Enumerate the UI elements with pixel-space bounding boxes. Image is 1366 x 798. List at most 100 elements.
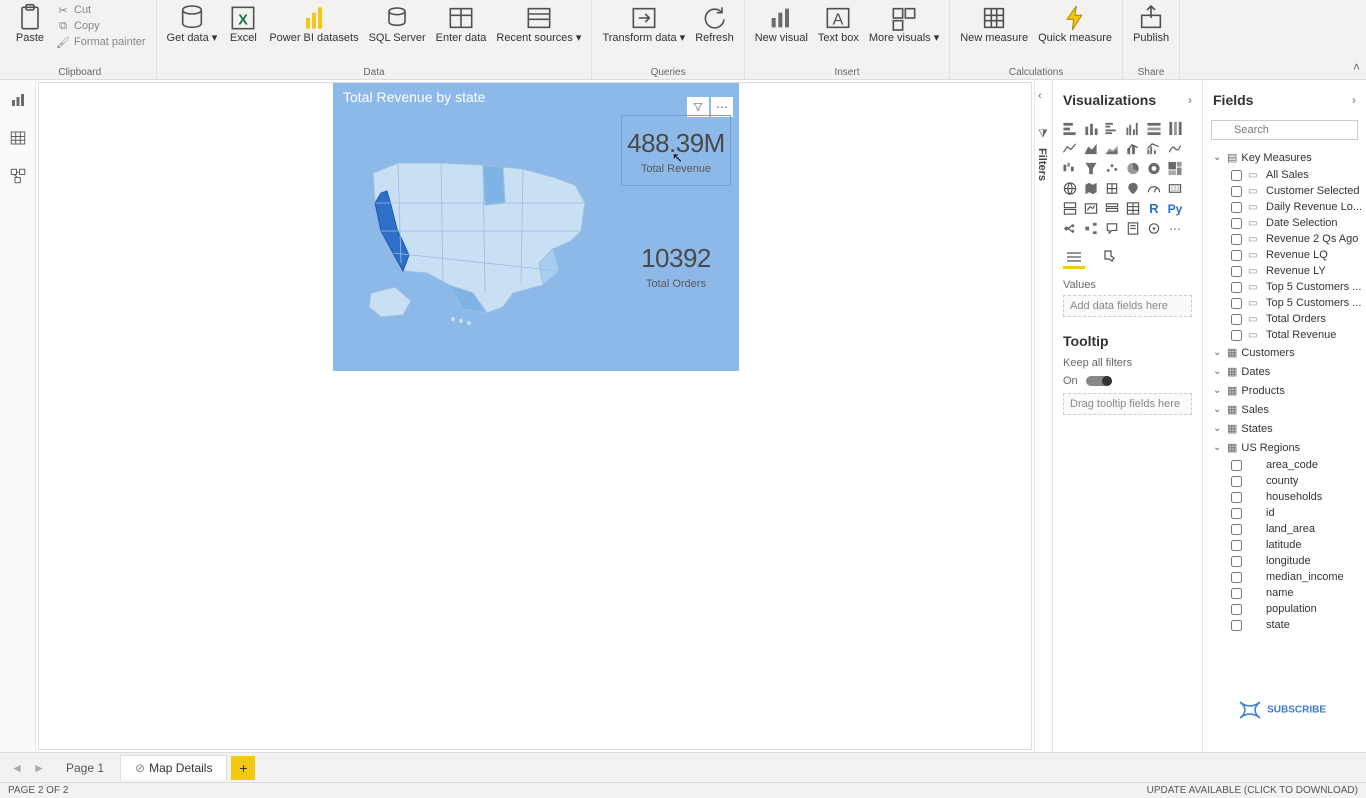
report-canvas[interactable]: Total Revenue by state ⋯ bbox=[38, 82, 1032, 750]
stacked-bar-icon[interactable] bbox=[1061, 120, 1079, 137]
slicer-icon[interactable] bbox=[1103, 200, 1121, 217]
pbi-datasets-button[interactable]: Power BI datasets bbox=[265, 2, 362, 46]
field-item[interactable]: ▭Date Selection bbox=[1229, 215, 1366, 231]
table-dates[interactable]: ⌄▦Dates bbox=[1209, 362, 1366, 381]
enter-data-button[interactable]: Enter data bbox=[432, 2, 491, 46]
hundred-bar-icon[interactable] bbox=[1145, 120, 1163, 137]
field-item[interactable]: land_area bbox=[1229, 521, 1366, 537]
field-item[interactable]: id bbox=[1229, 505, 1366, 521]
field-checkbox[interactable] bbox=[1231, 170, 1242, 181]
field-checkbox[interactable] bbox=[1231, 476, 1242, 487]
line-clustered-icon[interactable] bbox=[1145, 140, 1163, 157]
field-checkbox[interactable] bbox=[1231, 218, 1242, 229]
model-view-button[interactable] bbox=[6, 164, 30, 188]
field-item[interactable]: ▭Revenue 2 Qs Ago bbox=[1229, 231, 1366, 247]
python-visual-icon[interactable]: Py bbox=[1166, 200, 1184, 217]
recent-sources-button[interactable]: Recent sources ▾ bbox=[492, 2, 585, 46]
field-checkbox[interactable] bbox=[1231, 524, 1242, 535]
field-item[interactable]: county bbox=[1229, 473, 1366, 489]
collapse-fields-button[interactable]: › bbox=[1352, 93, 1356, 107]
field-checkbox[interactable] bbox=[1231, 620, 1242, 631]
paste-button[interactable]: Paste bbox=[10, 2, 50, 46]
stacked-area-icon[interactable] bbox=[1103, 140, 1121, 157]
field-checkbox[interactable] bbox=[1231, 202, 1242, 213]
refresh-button[interactable]: Refresh bbox=[691, 2, 738, 46]
line-chart-icon[interactable] bbox=[1061, 140, 1079, 157]
field-item[interactable]: population bbox=[1229, 601, 1366, 617]
stacked-column-icon[interactable] bbox=[1082, 120, 1100, 137]
table-customers[interactable]: ⌄▦Customers bbox=[1209, 343, 1366, 362]
excel-button[interactable]: XExcel bbox=[223, 2, 263, 46]
table-viz-icon[interactable] bbox=[1124, 200, 1142, 217]
line-column-icon[interactable] bbox=[1124, 140, 1142, 157]
field-item[interactable]: median_income bbox=[1229, 569, 1366, 585]
text-box-button[interactable]: AText box bbox=[814, 2, 863, 46]
fields-search-input[interactable] bbox=[1211, 120, 1358, 140]
waterfall-icon[interactable] bbox=[1061, 160, 1079, 177]
sql-server-button[interactable]: SQL Server bbox=[365, 2, 430, 46]
multi-card-icon[interactable] bbox=[1061, 200, 1079, 217]
field-item[interactable]: ▭All Sales bbox=[1229, 167, 1366, 183]
field-checkbox[interactable] bbox=[1231, 556, 1242, 567]
field-checkbox[interactable] bbox=[1231, 508, 1242, 519]
field-checkbox[interactable] bbox=[1231, 604, 1242, 615]
table-key-measures[interactable]: ⌄▤Key Measures bbox=[1209, 148, 1366, 167]
collapse-panel-button[interactable]: › bbox=[1188, 93, 1192, 107]
field-item[interactable]: ▭Daily Revenue Lo... bbox=[1229, 199, 1366, 215]
hundred-column-icon[interactable] bbox=[1166, 120, 1184, 137]
field-checkbox[interactable] bbox=[1231, 492, 1242, 503]
field-item[interactable]: area_code bbox=[1229, 457, 1366, 473]
map-visual[interactable]: Total Revenue by state ⋯ bbox=[333, 83, 739, 371]
transform-data-button[interactable]: Transform data ▾ bbox=[598, 2, 689, 46]
tooltip-drop-well[interactable]: Drag tooltip fields here bbox=[1063, 393, 1192, 415]
field-item[interactable]: ▭Top 5 Customers ... bbox=[1229, 279, 1366, 295]
more-visuals-button[interactable]: More visuals ▾ bbox=[865, 2, 943, 46]
field-item[interactable]: ▭Customer Selected bbox=[1229, 183, 1366, 199]
more-viz-icon[interactable]: ⋯ bbox=[1166, 220, 1184, 237]
field-item[interactable]: ▭Top 5 Customers ... bbox=[1229, 295, 1366, 311]
field-checkbox[interactable] bbox=[1231, 186, 1242, 197]
donut-icon[interactable] bbox=[1145, 160, 1163, 177]
report-view-button[interactable] bbox=[6, 88, 30, 112]
paginated-icon[interactable] bbox=[1124, 220, 1142, 237]
field-checkbox[interactable] bbox=[1231, 266, 1242, 277]
kpi-icon[interactable] bbox=[1082, 200, 1100, 217]
field-checkbox[interactable] bbox=[1231, 234, 1242, 245]
gauge-icon[interactable] bbox=[1145, 180, 1163, 197]
field-checkbox[interactable] bbox=[1231, 314, 1242, 325]
field-item[interactable]: ▭Total Orders bbox=[1229, 311, 1366, 327]
field-checkbox[interactable] bbox=[1231, 540, 1242, 551]
decomposition-icon[interactable] bbox=[1082, 220, 1100, 237]
ribbon-chart-icon[interactable] bbox=[1166, 140, 1184, 157]
map-icon[interactable] bbox=[1061, 180, 1079, 197]
card-icon[interactable]: 123 bbox=[1166, 180, 1184, 197]
area-chart-icon[interactable] bbox=[1082, 140, 1100, 157]
table-sales[interactable]: ⌄▦Sales bbox=[1209, 400, 1366, 419]
field-item[interactable]: state bbox=[1229, 617, 1366, 633]
new-visual-button[interactable]: New visual bbox=[751, 2, 812, 46]
visual-filter-button[interactable] bbox=[687, 97, 709, 117]
keep-filters-toggle[interactable] bbox=[1086, 376, 1112, 386]
clustered-bar-icon[interactable] bbox=[1103, 120, 1121, 137]
quick-measure-button[interactable]: Quick measure bbox=[1034, 2, 1116, 46]
azure-map-icon[interactable] bbox=[1124, 180, 1142, 197]
shape-map-icon[interactable] bbox=[1103, 180, 1121, 197]
table-products[interactable]: ⌄▦Products bbox=[1209, 381, 1366, 400]
clustered-column-icon[interactable] bbox=[1124, 120, 1142, 137]
field-checkbox[interactable] bbox=[1231, 572, 1242, 583]
field-checkbox[interactable] bbox=[1231, 330, 1242, 341]
publish-button[interactable]: Publish bbox=[1129, 2, 1173, 46]
funnel-icon[interactable] bbox=[1082, 160, 1100, 177]
table-us-regions[interactable]: ⌄▦US Regions bbox=[1209, 438, 1366, 457]
qa-icon[interactable] bbox=[1103, 220, 1121, 237]
field-checkbox[interactable] bbox=[1231, 298, 1242, 309]
key-influencers-icon[interactable] bbox=[1061, 220, 1079, 237]
collapse-ribbon-button[interactable]: ˄ bbox=[1353, 60, 1360, 74]
treemap-icon[interactable] bbox=[1166, 160, 1184, 177]
table-states[interactable]: ⌄▦States bbox=[1209, 419, 1366, 438]
values-drop-well[interactable]: Add data fields here bbox=[1063, 295, 1192, 317]
update-available-link[interactable]: UPDATE AVAILABLE (CLICK TO DOWNLOAD) bbox=[1147, 785, 1358, 796]
field-item[interactable]: ▭Total Revenue bbox=[1229, 327, 1366, 343]
get-data-button[interactable]: Get data ▾ bbox=[163, 2, 222, 46]
field-item[interactable]: longitude bbox=[1229, 553, 1366, 569]
